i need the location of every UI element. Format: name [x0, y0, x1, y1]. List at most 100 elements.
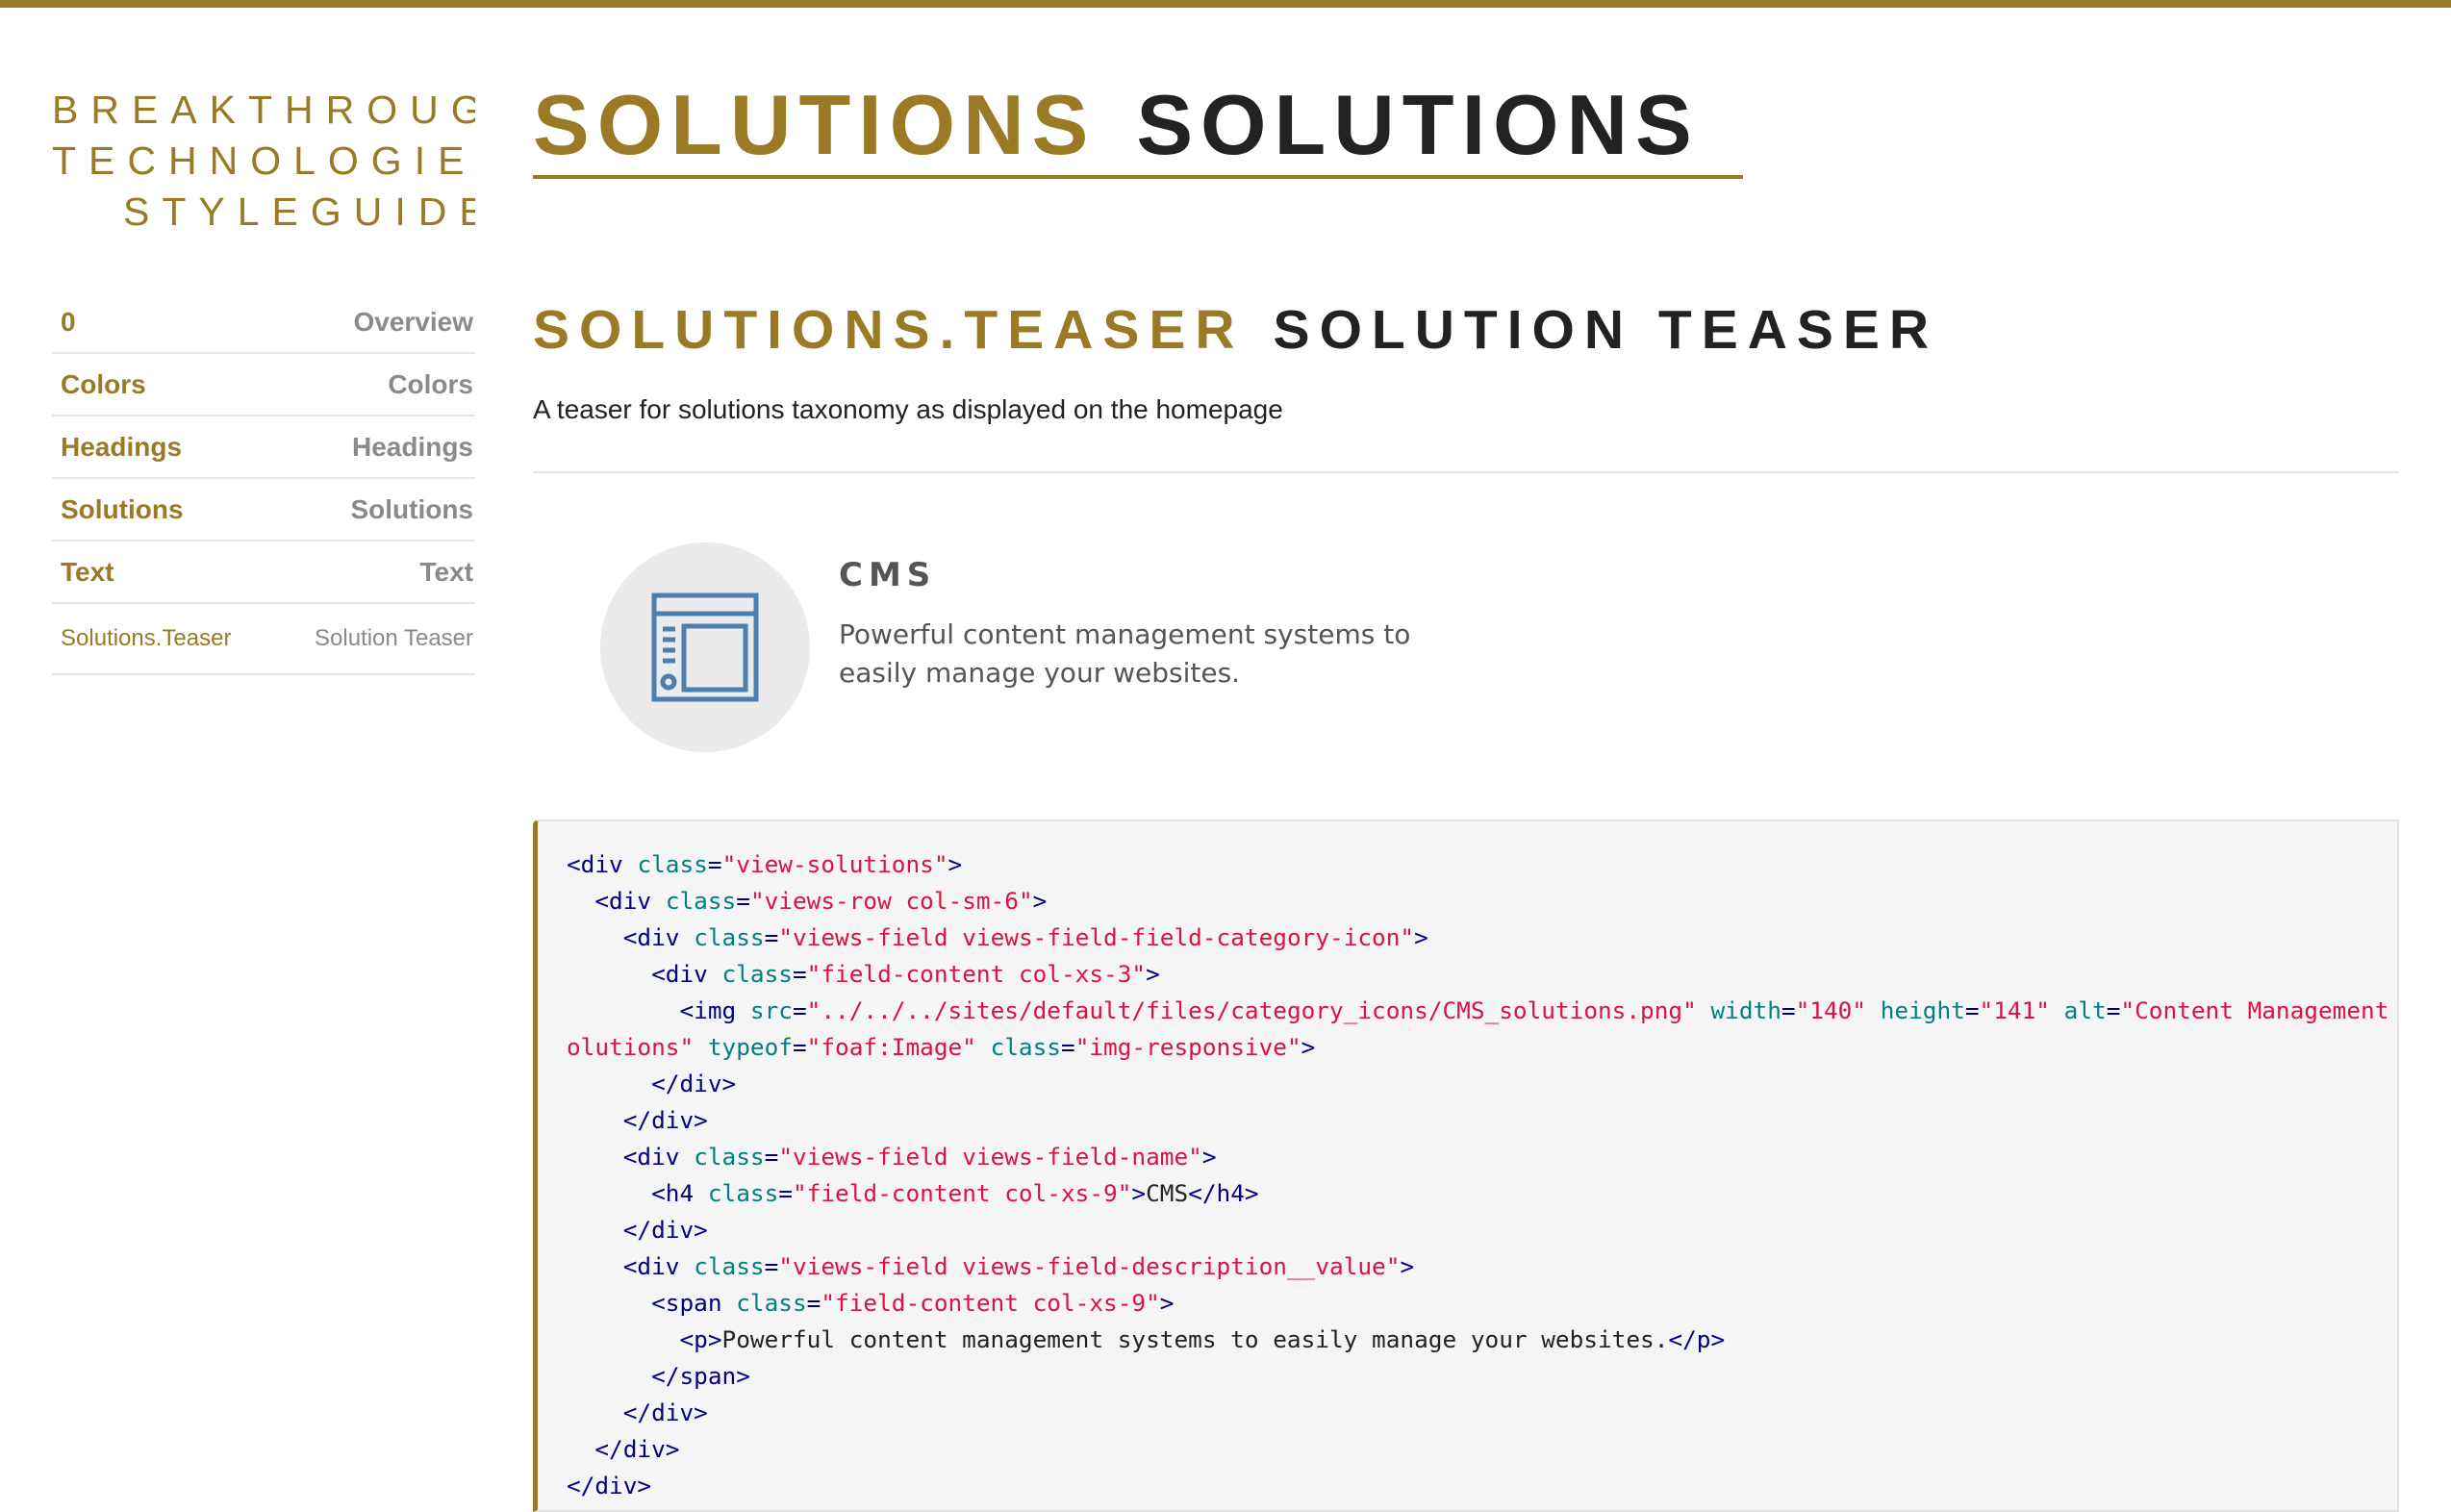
code-token: = [764, 923, 779, 951]
code-token: typeof [707, 1033, 793, 1061]
code-token: > [1131, 1179, 1147, 1207]
code-token: </div> [567, 1472, 652, 1499]
code-token: class [707, 1179, 779, 1207]
code-token: = [778, 1179, 793, 1207]
code-token: = [792, 1033, 807, 1061]
code-token: </div> [651, 1070, 737, 1097]
top-accent-bar [0, 0, 2451, 8]
code-token: <div [622, 1143, 695, 1171]
sidebar-item-label: Colors [388, 368, 473, 399]
brand-line-3: STYLEGUIDE [123, 189, 475, 234]
sidebar-nav: 0 Overview Colors Colors Headings Headin… [52, 291, 475, 675]
cms-window-icon [651, 592, 759, 702]
sidebar-item-solutions-teaser[interactable]: Solutions.Teaser Solution Teaser [52, 604, 475, 675]
code-token: > [1400, 1252, 1415, 1280]
sidebar-item-key: Colors [61, 368, 146, 399]
code-token: <div [622, 923, 695, 951]
brand-line-1: BREAKTHROUGH [52, 88, 475, 132]
section-description: A teaser for solutions taxonomy as displ… [533, 394, 1283, 424]
code-token: "Content Management S [2120, 996, 2399, 1024]
code-token: "140" [1795, 996, 1867, 1024]
code-line: <div class="views-field views-field-fiel… [567, 923, 1428, 951]
code-token: <div [594, 887, 666, 915]
sidebar-item-solutions[interactable]: Solutions Solutions [52, 479, 475, 542]
code-token: class [736, 1289, 807, 1317]
code-token: Powerful content management systems to e… [721, 1325, 1669, 1353]
code-token: src [749, 996, 793, 1024]
sidebar-item-text[interactable]: Text Text [52, 542, 475, 604]
code-token: </p> [1668, 1325, 1726, 1353]
code-token: "views-field views-field-field-category-… [778, 923, 1415, 951]
brand-logo[interactable]: BREAKTHROUGH TECHNOLOGIES STYLEGUIDE [52, 85, 475, 239]
code-token: </div> [622, 1399, 708, 1426]
code-token: </div> [622, 1106, 708, 1134]
code-token: = [764, 1143, 779, 1171]
code-token: olutions" [567, 1033, 695, 1061]
code-token: <img [679, 996, 750, 1024]
code-token: = [2106, 996, 2121, 1024]
code-line: </div> [567, 1435, 679, 1463]
code-token: class [721, 960, 793, 988]
code-token: = [792, 960, 807, 988]
sidebar-item-key: Solutions.Teaser [61, 625, 232, 651]
page-title: SOLUTIONS SOLUTIONS [533, 77, 1743, 179]
code-token: height [1880, 996, 1965, 1024]
code-token: class [694, 1252, 765, 1280]
sidebar-item-key: Headings [61, 431, 183, 462]
teaser-description: Powerful content management systems to e… [839, 618, 1411, 689]
code-token: width [1710, 996, 1781, 1024]
code-token: class [990, 1033, 1061, 1061]
code-line: olutions" typeof="foaf:Image" class="img… [567, 1033, 1315, 1061]
section-title-key: SOLUTIONS.TEASER [533, 299, 1245, 361]
code-line: <p>Powerful content management systems t… [567, 1325, 1725, 1353]
code-token: > [1201, 1143, 1217, 1171]
sidebar-item-label: Text [419, 556, 474, 587]
code-token: = [1061, 1033, 1075, 1061]
code-token: <div [622, 1252, 695, 1280]
code-token: "141" [1979, 996, 2050, 1024]
code-token: = [764, 1252, 779, 1280]
code-token: "field-content col-xs-9" [821, 1289, 1160, 1317]
code-token: <div [567, 850, 638, 878]
code-token: > [1414, 923, 1428, 951]
code-token: = [1964, 996, 1980, 1024]
page-title-key: SOLUTIONS [533, 77, 1097, 172]
code-token: > [1032, 887, 1048, 915]
code-block[interactable]: <div class="view-solutions"> <div class=… [533, 819, 2399, 1512]
code-token: <span [651, 1289, 737, 1317]
code-token: <p> [679, 1325, 722, 1353]
code-token: <h4 [651, 1179, 708, 1207]
code-token: "views-field views-field-name" [778, 1143, 1202, 1171]
code-token: class [694, 923, 765, 951]
code-token: alt [2063, 996, 2107, 1024]
code-token: class [665, 887, 737, 915]
code-line: </div> [567, 1106, 708, 1134]
code-line: <div class="field-content col-xs-3"> [567, 960, 1160, 988]
code-line: </div> [567, 1399, 708, 1426]
sidebar-item-key: Solutions [61, 493, 184, 524]
code-token: class [694, 1143, 765, 1171]
sidebar-item-headings[interactable]: Headings Headings [52, 416, 475, 479]
code-token: CMS [1146, 1179, 1189, 1207]
section-divider [533, 471, 2399, 473]
sidebar-item-colors[interactable]: Colors Colors [52, 354, 475, 416]
section-title: SOLUTIONS.TEASER SOLUTION TEASER [533, 296, 1938, 364]
code-line: <div class="views-field views-field-desc… [567, 1252, 1414, 1280]
brand-line-2: TECHNOLOGIES [52, 139, 475, 183]
code-token: = [806, 1289, 821, 1317]
code-line: <img src="../../../sites/default/files/c… [567, 996, 2399, 1024]
code-token: "field-content col-xs-3" [806, 960, 1147, 988]
sidebar-item-overview[interactable]: 0 Overview [52, 291, 475, 354]
code-token: </span> [651, 1362, 750, 1390]
sidebar-item-label: Solution Teaser [315, 625, 473, 651]
